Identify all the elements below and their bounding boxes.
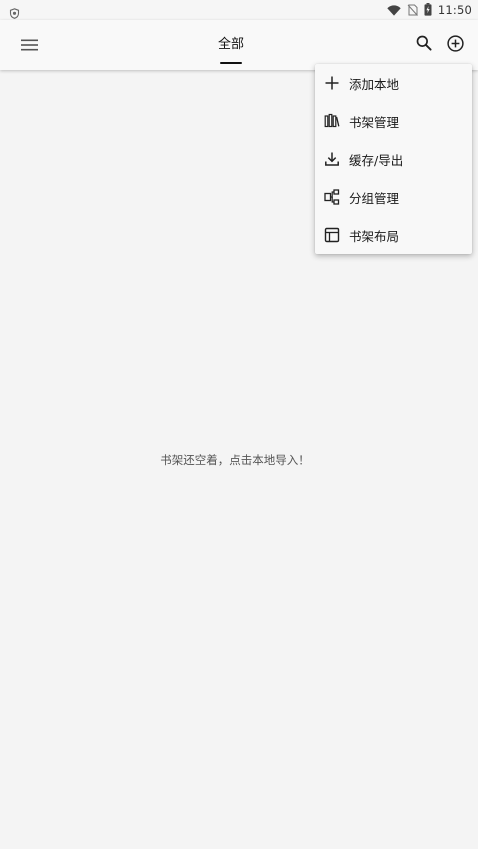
menu-item-bookshelf-manage[interactable]: 书架管理 xyxy=(315,102,472,140)
menu-item-label: 缓存/导出 xyxy=(349,152,404,168)
tab-indicator xyxy=(220,62,242,64)
layout-icon xyxy=(323,226,341,244)
hamburger-menu-icon xyxy=(20,36,38,55)
shield-icon xyxy=(9,4,20,19)
status-bar: 11:50 xyxy=(0,0,478,20)
add-button[interactable] xyxy=(442,32,468,58)
bookshelf-icon xyxy=(323,112,341,130)
search-icon xyxy=(416,35,432,55)
wifi-icon xyxy=(387,1,401,20)
group-icon xyxy=(323,188,341,206)
search-button[interactable] xyxy=(411,32,437,58)
menu-item-label: 书架布局 xyxy=(349,228,400,244)
download-icon xyxy=(323,150,341,168)
add-circle-icon xyxy=(446,34,464,56)
menu-item-label: 书架管理 xyxy=(349,114,400,130)
menu-item-label: 分组管理 xyxy=(349,190,400,206)
status-time: 11:50 xyxy=(437,3,472,17)
battery-charging-icon xyxy=(424,1,432,20)
tab-label: 全部 xyxy=(217,37,244,52)
menu-item-label: 添加本地 xyxy=(349,76,400,92)
tab-all[interactable]: 全部 xyxy=(210,30,252,64)
menu-item-add-local[interactable]: 添加本地 xyxy=(315,64,472,102)
menu-item-cache-export[interactable]: 缓存/导出 xyxy=(315,140,472,178)
toolbar: 全部 xyxy=(0,20,478,70)
no-sim-icon xyxy=(407,1,418,20)
hamburger-menu-button[interactable] xyxy=(16,32,42,58)
menu-item-group-manage[interactable]: 分组管理 xyxy=(315,178,472,216)
screen: 11:50 全部 书架还空着，点击本地导入！ 添加本地 书架管理 缓存/导出 分… xyxy=(0,0,478,849)
menu-item-bookshelf-layout[interactable]: 书架布局 xyxy=(315,216,472,254)
empty-state-message: 书架还空着，点击本地导入！ xyxy=(160,453,310,467)
status-icons: 11:50 xyxy=(387,2,472,18)
popup-menu: 添加本地 书架管理 缓存/导出 分组管理 书架布局 xyxy=(315,64,472,254)
plus-icon xyxy=(323,74,341,92)
